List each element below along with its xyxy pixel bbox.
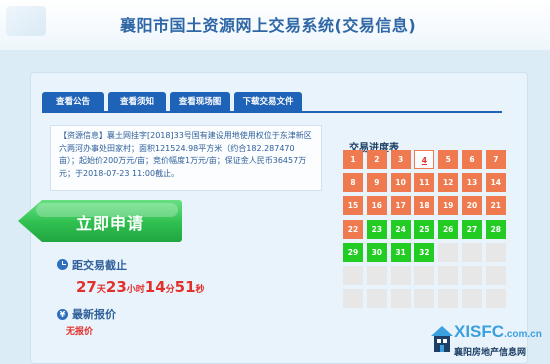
countdown-minutes-unit: 分 <box>165 285 175 295</box>
countdown-days-unit: 天 <box>96 285 106 295</box>
calendar-empty-cell <box>462 266 482 285</box>
countdown-days: 27 <box>76 278 97 296</box>
calendar-day-23: 23 <box>366 219 387 239</box>
watermark-subtitle: 襄阳房地产信息网 <box>454 348 527 358</box>
calendar-empty-cell <box>366 289 387 309</box>
calendar-day-29: 29 <box>343 242 363 262</box>
deadline-title: 距交易截止 <box>72 259 127 272</box>
watermark: XISFC.com.cn 襄阳房地产信息网 <box>430 322 548 364</box>
countdown-minutes: 14 <box>144 278 166 296</box>
calendar-day-2: 2 <box>366 150 387 169</box>
tab-download-files[interactable]: 下载交易文件 <box>234 92 302 112</box>
clock-icon <box>57 259 68 270</box>
calendar-day-27: 27 <box>462 219 482 239</box>
calendar-day-16: 16 <box>366 196 387 216</box>
apply-now-button[interactable]: 立即申请 <box>18 200 182 242</box>
tab-view-site-map[interactable]: 查看现场图 <box>170 92 230 112</box>
logo-background <box>6 6 46 36</box>
calendar-day-22: 22 <box>343 219 363 239</box>
calendar-empty-cell <box>343 266 363 285</box>
calendar-empty-cell <box>438 242 459 262</box>
tab-view-notice[interactable]: 查看须知 <box>108 92 166 112</box>
info-tag: 【资源信息】 <box>59 131 107 140</box>
calendar-empty-cell <box>390 266 411 285</box>
calendar-day-6: 6 <box>462 150 482 169</box>
calendar-day-9: 9 <box>366 173 387 193</box>
calendar-empty-cell <box>438 289 459 309</box>
calendar-day-7: 7 <box>485 150 506 169</box>
countdown-hours: 23 <box>105 278 127 296</box>
calendar-empty-cell <box>485 289 506 309</box>
calendar-day-13: 13 <box>462 173 482 193</box>
countdown: 27天23小时14分51秒 <box>76 277 205 296</box>
calendar-day-8: 8 <box>343 173 363 193</box>
watermark-brand: XISFC.com.cn <box>454 322 542 342</box>
resource-info: 【资源信息】襄土网挂字[2018]33号国有建设用地使用权位于东津新区六两河办事… <box>50 125 322 191</box>
calendar-empty-cell <box>366 266 387 285</box>
calendar-empty-cell <box>390 289 411 309</box>
apply-button-label: 立即申请 <box>76 214 145 233</box>
tab-underline <box>42 111 502 113</box>
calendar-day-31: 31 <box>390 242 411 262</box>
latest-bid-title: 最新报价 <box>72 308 116 321</box>
calendar-day-25: 25 <box>414 219 435 239</box>
calendar-empty-cell <box>343 289 363 309</box>
latest-bid-value: 无报价 <box>66 327 94 337</box>
progress-calendar: 1 2 3 4 5 6 7 8 9 10 11 12 13 14 15 16 17 18 19 20 21 22 23 24 2… <box>343 150 509 324</box>
calendar-day-20: 20 <box>462 196 482 216</box>
calendar-day-24: 24 <box>390 219 411 239</box>
house-logo-icon <box>431 326 453 352</box>
calendar-day-19: 19 <box>438 196 459 216</box>
calendar-day-18: 18 <box>414 196 435 216</box>
calendar-empty-cell <box>485 266 506 285</box>
calendar-empty-cell <box>462 242 482 262</box>
calendar-empty-cell <box>414 289 435 309</box>
countdown-hours-unit: 小时 <box>126 285 145 295</box>
calendar-empty-cell <box>414 266 435 285</box>
countdown-seconds-unit: 秒 <box>195 285 205 295</box>
yen-icon: ¥ <box>57 309 68 320</box>
calendar-day-10: 10 <box>390 173 411 193</box>
calendar-day-12: 12 <box>438 173 459 193</box>
page-title: 襄阳市国土资源网上交易系统(交易信息) <box>120 16 417 35</box>
calendar-day-5: 5 <box>438 150 459 169</box>
calendar-day-30: 30 <box>366 242 387 262</box>
calendar-day-11: 11 <box>414 173 435 193</box>
calendar-empty-cell <box>462 289 482 309</box>
tab-view-announcement[interactable]: 查看公告 <box>42 92 104 112</box>
calendar-day-4: 4 <box>414 150 435 169</box>
calendar-day-3: 3 <box>390 150 411 169</box>
calendar-day-21: 21 <box>485 196 506 216</box>
header-bar: 襄阳市国土资源网上交易系统(交易信息) <box>0 0 550 50</box>
watermark-brand-text: XISFC <box>454 322 505 341</box>
calendar-day-26: 26 <box>438 219 459 239</box>
calendar-day-17: 17 <box>390 196 411 216</box>
calendar-day-1: 1 <box>343 150 363 169</box>
calendar-day-32: 32 <box>414 242 435 262</box>
calendar-day-28: 28 <box>485 219 506 239</box>
watermark-domain: .com.cn <box>504 329 542 340</box>
calendar-day-15: 15 <box>343 196 363 216</box>
calendar-empty-cell <box>485 242 506 262</box>
calendar-empty-cell <box>438 266 459 285</box>
calendar-day-14: 14 <box>485 173 506 193</box>
countdown-seconds: 51 <box>174 278 196 296</box>
